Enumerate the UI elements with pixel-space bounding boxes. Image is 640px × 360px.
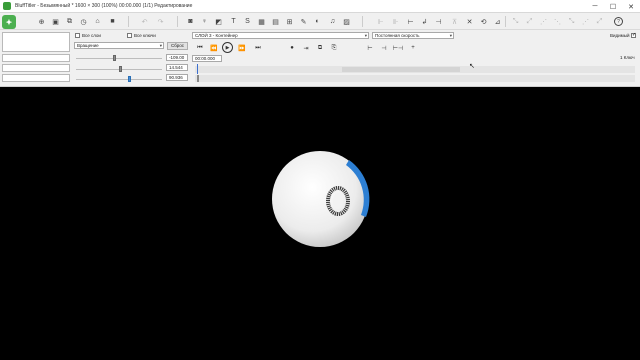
control-panel: Все слои Все ключи Вращение Сброс -109.0… <box>0 30 640 87</box>
mouse-cursor-icon: ↖ <box>469 63 475 70</box>
layer-preview-box[interactable] <box>2 32 70 52</box>
ease-2-icon[interactable]: ⤢ <box>525 17 534 26</box>
key-count-label: 1 Ключ <box>620 55 635 60</box>
prev-frame-icon[interactable]: ⏪ <box>210 44 218 52</box>
ease-6-icon[interactable]: ⋰ <box>581 17 590 26</box>
stage-svg <box>272 151 370 247</box>
window-controls: ─ ☐ ✕ <box>586 0 640 13</box>
link-icon[interactable]: ⊼ <box>450 17 459 26</box>
all-keys-label: Все ключи <box>134 33 156 38</box>
separator <box>128 16 129 27</box>
key-track[interactable] <box>195 75 635 82</box>
layer-select[interactable]: СЛОЙ 3 - Контейнер <box>192 32 369 39</box>
import-icon[interactable]: ⧉ <box>65 17 74 26</box>
video-icon[interactable]: ▤ <box>271 17 280 26</box>
main-toolbar: ✦ ⊕ ▣ ⧉ ◷ ⌂ ■ ↶ ↷ ◙ ♀ ◩ T S ▦ ▤ ⊞ ✎ ◐ ♫ … <box>0 13 640 30</box>
shape-icon[interactable]: ◩ <box>214 17 223 26</box>
value-input-2[interactable]: 14.544 <box>166 64 188 71</box>
property-select[interactable]: Вращение <box>74 42 164 49</box>
open-file-icon[interactable]: ▣ <box>51 17 60 26</box>
plugin-icon[interactable]: ⊞ <box>285 17 294 26</box>
title-bar: BluffTitler - Безымянный * 1600 × 300 (1… <box>0 0 640 13</box>
music-icon[interactable]: ♫ <box>328 17 337 26</box>
go-start-icon[interactable]: ⏮ <box>196 44 204 52</box>
close-button[interactable]: ✕ <box>622 0 640 13</box>
scale-icon[interactable]: ⊿ <box>493 17 502 26</box>
key-marker[interactable] <box>197 75 199 82</box>
key-last-icon[interactable]: ⊣ <box>380 44 388 52</box>
slider-1[interactable] <box>113 55 117 61</box>
key-range-icon[interactable]: ⊢⊣ <box>393 44 403 52</box>
all-layers-checkbox[interactable] <box>75 33 80 38</box>
separator <box>362 16 363 27</box>
param-field-3[interactable] <box>2 74 70 82</box>
axis-z-icon[interactable]: ⊣ <box>434 17 443 26</box>
add-icon[interactable]: ⊕ <box>37 17 46 26</box>
axis-y-icon[interactable]: ↲ <box>420 17 429 26</box>
ease-3-icon[interactable]: ⋰ <box>539 17 548 26</box>
slider-track-3 <box>76 79 162 80</box>
value-input-1[interactable]: -109.00 <box>166 54 188 61</box>
key-add-icon[interactable]: + <box>409 44 417 52</box>
minimize-button[interactable]: ─ <box>586 0 604 13</box>
clock-icon[interactable]: ◷ <box>79 17 88 26</box>
camera-icon[interactable]: ◙ <box>186 17 195 26</box>
window-title: BluffTitler - Безымянный * 1600 × 300 (1… <box>15 3 193 9</box>
folder-icon[interactable]: ⌂ <box>93 17 102 26</box>
picture-icon[interactable]: ▦ <box>257 17 266 26</box>
ease-4-icon[interactable]: ⋱ <box>553 17 562 26</box>
separator <box>177 16 178 27</box>
go-end-icon[interactable]: ⏭ <box>254 44 262 52</box>
s-icon[interactable]: S <box>243 17 252 26</box>
param-field-2[interactable] <box>2 64 70 72</box>
loop-icon[interactable]: ⇥ <box>302 44 310 52</box>
ease-1-icon[interactable]: ⤡ <box>511 17 520 26</box>
bluff-logo-icon[interactable]: ✦ <box>2 15 16 29</box>
maximize-button[interactable]: ☐ <box>604 0 622 13</box>
axis-icon[interactable]: ⊢ <box>406 17 415 26</box>
align-left-icon[interactable]: ⊩ <box>376 17 385 26</box>
play-button[interactable]: ▶ <box>222 42 233 53</box>
slider-track-1 <box>76 58 162 59</box>
record-icon[interactable]: ● <box>288 44 296 52</box>
rotate-icon[interactable]: ⟲ <box>479 17 488 26</box>
all-layers-label: Все слои <box>82 33 101 38</box>
timeline-playhead[interactable] <box>197 64 198 74</box>
text-icon[interactable]: T <box>229 17 238 26</box>
separator <box>505 16 506 27</box>
copy-key-icon[interactable]: ⧉ <box>316 44 324 52</box>
next-frame-icon[interactable]: ⏩ <box>238 44 246 52</box>
image-layer-icon[interactable]: ▨ <box>342 17 351 26</box>
slider-3[interactable] <box>127 76 131 82</box>
speed-select[interactable]: Постоянная скорость <box>372 32 454 39</box>
paste-key-icon[interactable]: ⎘ <box>330 44 338 52</box>
particle-icon[interactable]: ✎ <box>299 17 308 26</box>
key-first-icon[interactable]: ⊢ <box>366 44 374 52</box>
render-stage <box>0 88 640 360</box>
fx-icon[interactable]: ◐ <box>313 17 322 26</box>
undo-icon[interactable]: ↶ <box>140 17 149 26</box>
app-window: BluffTitler - Безымянный * 1600 × 300 (1… <box>0 0 640 360</box>
visible-checkbox[interactable] <box>631 32 636 38</box>
param-field-1[interactable] <box>2 54 70 62</box>
transform-icon[interactable]: ✕ <box>465 17 474 26</box>
visible-label: Видимый <box>610 33 630 38</box>
timeline-segment <box>342 67 460 72</box>
help-icon[interactable]: ? <box>614 17 623 26</box>
value-input-3[interactable]: 90.936 <box>166 74 188 81</box>
all-keys-checkbox[interactable] <box>127 33 132 38</box>
ease-7-icon[interactable]: ⤢ <box>595 17 604 26</box>
ease-5-icon[interactable]: ⤡ <box>567 17 576 26</box>
redo-icon[interactable]: ↷ <box>156 17 165 26</box>
slider-2[interactable] <box>119 66 123 72</box>
reset-button[interactable]: Сброс <box>167 42 188 50</box>
app-logo-icon <box>3 2 11 10</box>
align-center-icon[interactable]: ⊪ <box>391 17 400 26</box>
time-input[interactable]: 00:00.000 <box>192 55 222 62</box>
stop-icon[interactable]: ■ <box>108 17 117 26</box>
light-icon[interactable]: ♀ <box>200 17 209 26</box>
